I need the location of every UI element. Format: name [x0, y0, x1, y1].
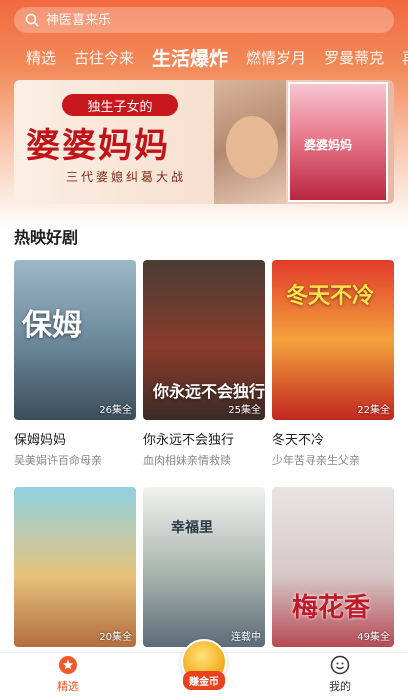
- drama-cover: 保姆 26集全: [14, 260, 136, 420]
- drama-card[interactable]: 保姆 26集全 保姆妈妈 吴美娟许百命母亲: [14, 260, 136, 468]
- tab-more[interactable]: 再: [393, 47, 408, 68]
- drama-cover: 20集全: [14, 487, 136, 647]
- nav-me-label: 我的: [329, 680, 351, 693]
- drama-title: 你永远不会独行: [143, 433, 235, 448]
- banner-poster-title: 婆婆妈妈: [304, 138, 353, 152]
- tab-luomandike[interactable]: 罗曼蒂克: [315, 47, 393, 68]
- category-tabs: 精选 古往今来 生活爆炸 燃情岁月 罗曼蒂克 再: [0, 40, 408, 74]
- drama-description: 血肉相妹亲情救赎: [143, 454, 231, 467]
- tab-ranqingsuiyue[interactable]: 燃情岁月: [237, 47, 315, 68]
- drama-cover: 你永远不会独行 25集全: [143, 260, 265, 420]
- drama-card[interactable]: 冬天不冷 22集全 冬天不冷 少年苦寻亲生父亲: [272, 260, 394, 468]
- tab-jingxuan[interactable]: 精选: [0, 47, 65, 68]
- banner-actor-face: [226, 116, 278, 178]
- home-star-icon: [59, 656, 77, 674]
- episode-badge: 26集全: [99, 405, 132, 416]
- nav-home-label: 精选: [57, 680, 79, 693]
- nav-coin-label: 赚金币: [183, 671, 225, 690]
- nav-me[interactable]: 我的: [272, 653, 408, 700]
- episode-badge: 连载中: [231, 632, 261, 643]
- tab-shenghuobaozha[interactable]: 生活爆炸: [143, 44, 237, 71]
- nav-home[interactable]: 精选: [0, 653, 136, 700]
- search-input[interactable]: [46, 12, 346, 28]
- episode-badge: 25集全: [228, 405, 261, 416]
- episode-badge: 20集全: [99, 632, 132, 643]
- cover-title: 你永远不会独行: [153, 382, 265, 401]
- cover-title: 梅花香: [292, 593, 371, 623]
- drama-card[interactable]: 你永远不会独行 25集全 你永远不会独行 血肉相妹亲情救赎: [143, 260, 265, 468]
- drama-cover: 梅花香 49集全: [272, 487, 394, 647]
- banner-title: 婆婆妈妈: [26, 126, 170, 166]
- drama-cover: 幸福里 连载中: [143, 487, 265, 647]
- drama-description: 吴美娟许百命母亲: [14, 454, 102, 467]
- cover-title: 冬天不冷: [286, 283, 375, 309]
- drama-title: 冬天不冷: [272, 433, 325, 448]
- cover-title: 保姆: [22, 308, 82, 343]
- bottom-nav: 精选 赚金币 我的: [0, 639, 408, 700]
- banner-subtitle: 三代婆媳纠葛大战: [66, 170, 187, 184]
- drama-cover: 冬天不冷 22集全: [272, 260, 394, 420]
- drama-card[interactable]: 20集全: [14, 487, 136, 647]
- drama-title: 保姆妈妈: [14, 433, 67, 448]
- profile-face-icon: [330, 655, 350, 675]
- nav-coin[interactable]: 赚金币: [136, 639, 272, 700]
- cover-title: 幸福里: [171, 520, 213, 536]
- banner-poster: 婆婆妈妈: [288, 82, 388, 202]
- search-icon: [24, 12, 40, 28]
- search-bar[interactable]: [14, 7, 394, 33]
- drama-description: 少年苦寻亲生父亲: [272, 454, 360, 467]
- section-title: 热映好剧: [14, 228, 79, 247]
- banner-tag: 独生子女的: [62, 94, 178, 116]
- episode-badge: 22集全: [357, 405, 390, 416]
- drama-card[interactable]: 幸福里 连载中: [143, 487, 265, 647]
- promo-banner[interactable]: 独生子女的 婆婆妈妈 三代婆媳纠葛大战 婆婆妈妈: [14, 80, 394, 204]
- episode-badge: 49集全: [357, 632, 390, 643]
- drama-card[interactable]: 梅花香 49集全: [272, 487, 394, 647]
- tab-guwangjinlai[interactable]: 古往今来: [65, 47, 143, 68]
